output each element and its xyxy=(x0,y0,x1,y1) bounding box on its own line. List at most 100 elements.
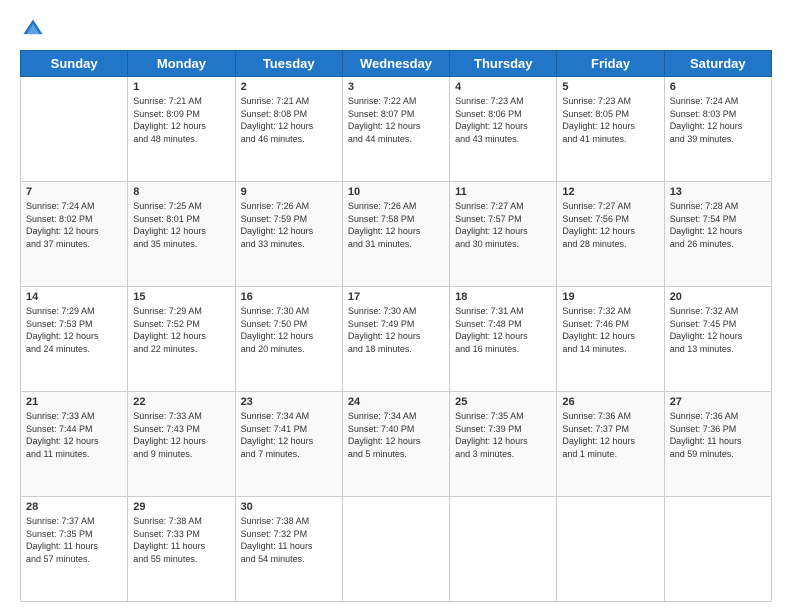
day-header-thursday: Thursday xyxy=(450,51,557,77)
day-number: 10 xyxy=(348,186,444,198)
calendar-cell xyxy=(664,497,771,602)
day-header-tuesday: Tuesday xyxy=(235,51,342,77)
day-number: 4 xyxy=(455,81,551,93)
calendar-cell: 26 Sunrise: 7:36 AM Sunset: 7:37 PM Dayli… xyxy=(557,392,664,497)
day-number: 2 xyxy=(241,81,337,93)
calendar-cell: 21 Sunrise: 7:33 AM Sunset: 7:44 PM Dayli… xyxy=(21,392,128,497)
day-number: 19 xyxy=(562,291,658,303)
calendar-cell: 7 Sunrise: 7:24 AM Sunset: 8:02 PM Daylig… xyxy=(21,182,128,287)
calendar-cell: 18Sunrise: 7:31 AM Sunset: 7:48 PM Dayli… xyxy=(450,287,557,392)
calendar-cell: 10Sunrise: 7:26 AM Sunset: 7:58 PM Dayli… xyxy=(342,182,449,287)
day-number: 23 xyxy=(241,396,337,408)
day-info: Sunrise: 7:35 AM Sunset: 7:39 PM Dayligh… xyxy=(455,410,551,460)
calendar-cell: 9 Sunrise: 7:26 AM Sunset: 7:59 PM Daylig… xyxy=(235,182,342,287)
calendar-cell: 11 Sunrise: 7:27 AM Sunset: 7:57 PM Dayli… xyxy=(450,182,557,287)
calendar-week-row: 7 Sunrise: 7:24 AM Sunset: 8:02 PM Daylig… xyxy=(21,182,772,287)
calendar-cell: 30 Sunrise: 7:38 AM Sunset: 7:32 PM Dayli… xyxy=(235,497,342,602)
day-info: Sunrise: 7:21 AM Sunset: 8:09 PM Dayligh… xyxy=(133,95,229,145)
day-info: Sunrise: 7:23 AM Sunset: 8:05 PM Dayligh… xyxy=(562,95,658,145)
logo-icon xyxy=(22,18,44,40)
day-info: Sunrise: 7:38 AM Sunset: 7:33 PM Dayligh… xyxy=(133,515,229,565)
calendar-cell: 20 Sunrise: 7:32 AM Sunset: 7:45 PM Dayli… xyxy=(664,287,771,392)
day-number: 26 xyxy=(562,396,658,408)
calendar-cell: 12Sunrise: 7:27 AM Sunset: 7:56 PM Dayli… xyxy=(557,182,664,287)
day-number: 30 xyxy=(241,501,337,513)
calendar-cell: 19 Sunrise: 7:32 AM Sunset: 7:46 PM Dayli… xyxy=(557,287,664,392)
day-header-sunday: Sunday xyxy=(21,51,128,77)
calendar-cell: 28 Sunrise: 7:37 AM Sunset: 7:35 PM Dayli… xyxy=(21,497,128,602)
day-info: Sunrise: 7:38 AM Sunset: 7:32 PM Dayligh… xyxy=(241,515,337,565)
calendar-week-row: 14 Sunrise: 7:29 AM Sunset: 7:53 PM Dayli… xyxy=(21,287,772,392)
day-number: 15 xyxy=(133,291,229,303)
calendar-cell: 6Sunrise: 7:24 AM Sunset: 8:03 PM Daylig… xyxy=(664,77,771,182)
calendar-table: SundayMondayTuesdayWednesdayThursdayFrid… xyxy=(20,50,772,602)
calendar-cell: 2 Sunrise: 7:21 AM Sunset: 8:08 PM Daylig… xyxy=(235,77,342,182)
day-info: Sunrise: 7:32 AM Sunset: 7:46 PM Dayligh… xyxy=(562,305,658,355)
calendar-cell: 3Sunrise: 7:22 AM Sunset: 8:07 PM Daylig… xyxy=(342,77,449,182)
day-number: 20 xyxy=(670,291,766,303)
day-header-friday: Friday xyxy=(557,51,664,77)
day-number: 27 xyxy=(670,396,766,408)
day-number: 22 xyxy=(133,396,229,408)
day-info: Sunrise: 7:29 AM Sunset: 7:52 PM Dayligh… xyxy=(133,305,229,355)
calendar-cell: 29 Sunrise: 7:38 AM Sunset: 7:33 PM Dayli… xyxy=(128,497,235,602)
calendar-header-row: SundayMondayTuesdayWednesdayThursdayFrid… xyxy=(21,51,772,77)
day-info: Sunrise: 7:32 AM Sunset: 7:45 PM Dayligh… xyxy=(670,305,766,355)
day-info: Sunrise: 7:25 AM Sunset: 8:01 PM Dayligh… xyxy=(133,200,229,250)
day-info: Sunrise: 7:34 AM Sunset: 7:40 PM Dayligh… xyxy=(348,410,444,460)
calendar-cell xyxy=(21,77,128,182)
day-info: Sunrise: 7:36 AM Sunset: 7:37 PM Dayligh… xyxy=(562,410,658,460)
calendar-cell: 4 Sunrise: 7:23 AM Sunset: 8:06 PM Daylig… xyxy=(450,77,557,182)
calendar-cell: 25Sunrise: 7:35 AM Sunset: 7:39 PM Dayli… xyxy=(450,392,557,497)
day-info: Sunrise: 7:24 AM Sunset: 8:02 PM Dayligh… xyxy=(26,200,122,250)
calendar-cell: 13 Sunrise: 7:28 AM Sunset: 7:54 PM Dayli… xyxy=(664,182,771,287)
day-info: Sunrise: 7:21 AM Sunset: 8:08 PM Dayligh… xyxy=(241,95,337,145)
day-number: 12 xyxy=(562,186,658,198)
day-number: 11 xyxy=(455,186,551,198)
day-number: 14 xyxy=(26,291,122,303)
calendar-week-row: 1Sunrise: 7:21 AM Sunset: 8:09 PM Daylig… xyxy=(21,77,772,182)
day-info: Sunrise: 7:24 AM Sunset: 8:03 PM Dayligh… xyxy=(670,95,766,145)
day-info: Sunrise: 7:34 AM Sunset: 7:41 PM Dayligh… xyxy=(241,410,337,460)
day-header-monday: Monday xyxy=(128,51,235,77)
day-info: Sunrise: 7:33 AM Sunset: 7:43 PM Dayligh… xyxy=(133,410,229,460)
day-number: 24 xyxy=(348,396,444,408)
day-info: Sunrise: 7:29 AM Sunset: 7:53 PM Dayligh… xyxy=(26,305,122,355)
day-number: 28 xyxy=(26,501,122,513)
day-info: Sunrise: 7:23 AM Sunset: 8:06 PM Dayligh… xyxy=(455,95,551,145)
day-info: Sunrise: 7:37 AM Sunset: 7:35 PM Dayligh… xyxy=(26,515,122,565)
calendar-cell: 15 Sunrise: 7:29 AM Sunset: 7:52 PM Dayli… xyxy=(128,287,235,392)
day-number: 8 xyxy=(133,186,229,198)
day-number: 9 xyxy=(241,186,337,198)
day-number: 7 xyxy=(26,186,122,198)
calendar-week-row: 21 Sunrise: 7:33 AM Sunset: 7:44 PM Dayli… xyxy=(21,392,772,497)
logo xyxy=(20,18,48,40)
calendar-cell: 16 Sunrise: 7:30 AM Sunset: 7:50 PM Dayli… xyxy=(235,287,342,392)
day-info: Sunrise: 7:31 AM Sunset: 7:48 PM Dayligh… xyxy=(455,305,551,355)
day-info: Sunrise: 7:26 AM Sunset: 7:59 PM Dayligh… xyxy=(241,200,337,250)
day-info: Sunrise: 7:27 AM Sunset: 7:57 PM Dayligh… xyxy=(455,200,551,250)
day-header-saturday: Saturday xyxy=(664,51,771,77)
calendar-cell: 23 Sunrise: 7:34 AM Sunset: 7:41 PM Dayli… xyxy=(235,392,342,497)
calendar-cell xyxy=(342,497,449,602)
day-info: Sunrise: 7:30 AM Sunset: 7:50 PM Dayligh… xyxy=(241,305,337,355)
day-number: 29 xyxy=(133,501,229,513)
day-info: Sunrise: 7:28 AM Sunset: 7:54 PM Dayligh… xyxy=(670,200,766,250)
calendar-cell: 27 Sunrise: 7:36 AM Sunset: 7:36 PM Dayli… xyxy=(664,392,771,497)
day-info: Sunrise: 7:22 AM Sunset: 8:07 PM Dayligh… xyxy=(348,95,444,145)
calendar-cell: 22 Sunrise: 7:33 AM Sunset: 7:43 PM Dayli… xyxy=(128,392,235,497)
calendar-cell: 1Sunrise: 7:21 AM Sunset: 8:09 PM Daylig… xyxy=(128,77,235,182)
day-info: Sunrise: 7:36 AM Sunset: 7:36 PM Dayligh… xyxy=(670,410,766,460)
calendar-cell: 14 Sunrise: 7:29 AM Sunset: 7:53 PM Dayli… xyxy=(21,287,128,392)
calendar-cell: 5Sunrise: 7:23 AM Sunset: 8:05 PM Daylig… xyxy=(557,77,664,182)
day-info: Sunrise: 7:33 AM Sunset: 7:44 PM Dayligh… xyxy=(26,410,122,460)
day-info: Sunrise: 7:30 AM Sunset: 7:49 PM Dayligh… xyxy=(348,305,444,355)
calendar-cell: 24 Sunrise: 7:34 AM Sunset: 7:40 PM Dayli… xyxy=(342,392,449,497)
calendar-cell xyxy=(557,497,664,602)
day-number: 21 xyxy=(26,396,122,408)
page: SundayMondayTuesdayWednesdayThursdayFrid… xyxy=(0,0,792,612)
calendar-week-row: 28 Sunrise: 7:37 AM Sunset: 7:35 PM Dayli… xyxy=(21,497,772,602)
day-number: 16 xyxy=(241,291,337,303)
day-number: 13 xyxy=(670,186,766,198)
calendar-cell: 8 Sunrise: 7:25 AM Sunset: 8:01 PM Daylig… xyxy=(128,182,235,287)
